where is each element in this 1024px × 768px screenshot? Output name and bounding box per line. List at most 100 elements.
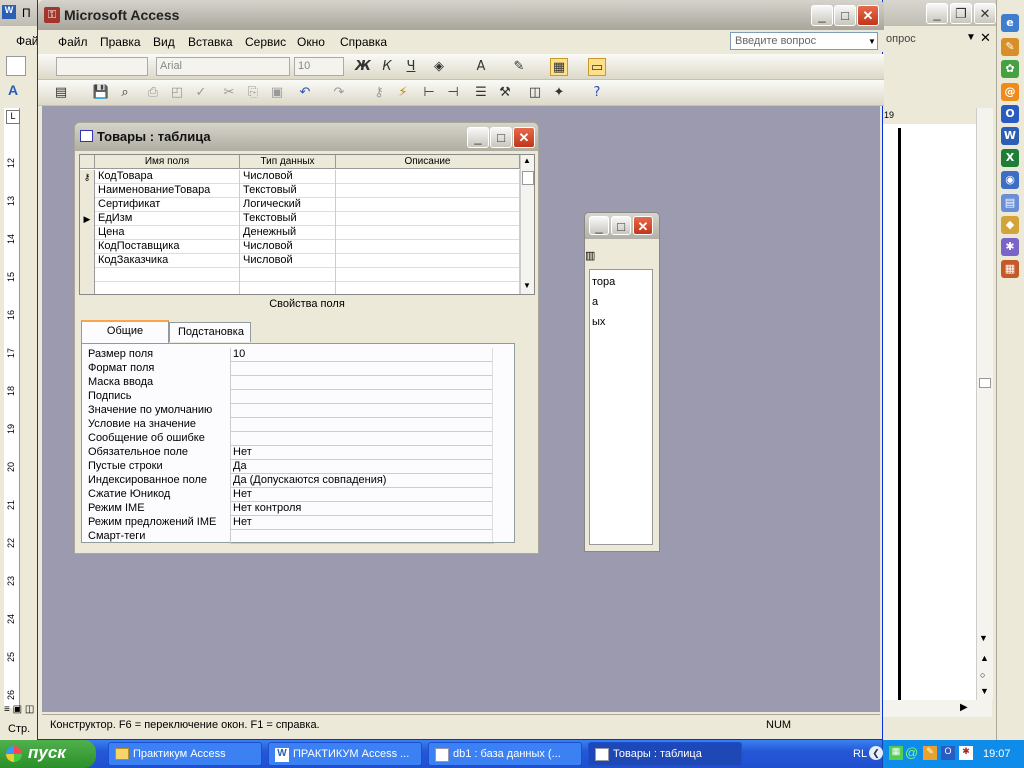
word-scroll-right-icon[interactable]: ▶: [960, 702, 968, 713]
property-value-field[interactable]: [230, 376, 494, 390]
word-help-dropdown-icon[interactable]: ▼: [966, 32, 976, 43]
start-button[interactable]: пуск: [0, 740, 96, 768]
word-browse-object-icon[interactable]: ○: [980, 670, 985, 680]
db-maximize-button[interactable]: □: [611, 216, 631, 235]
explorer-shortcut-icon[interactable]: ◉: [1001, 171, 1019, 189]
row-selector[interactable]: [80, 184, 95, 198]
word-minimize-button[interactable]: _: [926, 3, 948, 24]
row-selector[interactable]: [80, 240, 95, 254]
new-object-icon[interactable]: ✦: [550, 84, 568, 102]
row-selector[interactable]: [80, 282, 95, 294]
line-color-icon[interactable]: ✎: [510, 58, 528, 76]
data-type-cell[interactable]: Денежный: [240, 226, 336, 240]
row-selector[interactable]: [80, 226, 95, 240]
field-name-cell[interactable]: [95, 268, 240, 282]
row-selector[interactable]: [80, 254, 95, 268]
field-grid-scrollbar[interactable]: ▲ ▼: [520, 155, 534, 294]
description-cell[interactable]: [336, 240, 520, 254]
access-shortcut-icon[interactable]: ◆: [1001, 216, 1019, 234]
data-type-cell[interactable]: Логический: [240, 198, 336, 212]
fill-color-icon[interactable]: ◈: [430, 58, 448, 76]
database-window-icon[interactable]: ◫: [526, 84, 544, 102]
delete-rows-icon[interactable]: ⊣: [444, 84, 462, 102]
word-scroll-thumb[interactable]: [979, 378, 991, 388]
word-styles-icon[interactable]: A: [8, 82, 18, 98]
field-row[interactable]: НаименованиеТовара Текстовый: [80, 184, 520, 198]
settings-shortcut-icon[interactable]: ✱: [1001, 238, 1019, 256]
save-icon[interactable]: 💾: [92, 84, 110, 102]
menu-edit[interactable]: Правка: [100, 35, 141, 49]
tray-tool-icon[interactable]: ✎: [923, 746, 937, 760]
icq-shortcut-icon[interactable]: ✿: [1001, 60, 1019, 78]
description-cell[interactable]: [336, 282, 520, 294]
word-view-buttons[interactable]: ≡ ▣ ◫: [4, 704, 34, 715]
tray-network-icon[interactable]: ▦: [889, 746, 903, 760]
primary-key-marker-icon[interactable]: ⚷: [80, 170, 95, 184]
italic-button[interactable]: К: [378, 58, 396, 76]
word-help-fragment[interactable]: опрос: [886, 33, 916, 45]
help-dropdown-icon[interactable]: ▼: [868, 37, 876, 46]
field-name-cell[interactable]: КодПоставщика: [95, 240, 240, 254]
indexes-icon[interactable]: ⚡: [394, 84, 412, 102]
word-close-button[interactable]: ✕: [974, 3, 996, 24]
field-row[interactable]: Сертификат Логический: [80, 198, 520, 212]
data-type-cell[interactable]: Числовой: [240, 170, 336, 184]
database-window[interactable]: _ □ ✕ ▥ тора а ых: [584, 212, 660, 552]
db-close-button[interactable]: ✕: [633, 216, 653, 235]
property-value-field[interactable]: 10: [230, 348, 494, 362]
word-close-doc-icon[interactable]: ✕: [980, 30, 991, 46]
language-indicator[interactable]: RL: [853, 748, 867, 760]
help-question-input[interactable]: Введите вопрос: [730, 32, 878, 50]
grid-scroll-thumb[interactable]: [522, 171, 534, 185]
ie-shortcut-icon[interactable]: e: [1001, 14, 1019, 32]
db-toolbar-icon[interactable]: ▥: [585, 249, 595, 262]
description-cell[interactable]: [336, 184, 520, 198]
undo-icon[interactable]: ↶: [296, 84, 314, 102]
font-name-combo[interactable]: Arial: [156, 57, 290, 76]
description-cell[interactable]: [336, 254, 520, 268]
db-list-item[interactable]: ых: [592, 316, 605, 328]
access-maximize-button[interactable]: □: [834, 5, 856, 26]
tray-antivirus-icon[interactable]: ✱: [959, 746, 973, 760]
property-value-field[interactable]: [230, 418, 494, 432]
word-tab-selector[interactable]: L: [6, 110, 20, 124]
menu-view[interactable]: Вид: [153, 35, 175, 49]
menu-file[interactable]: Файл: [58, 35, 88, 49]
field-row[interactable]: КодПоставщика Числовой: [80, 240, 520, 254]
tray-clock[interactable]: 19:07: [983, 748, 1011, 760]
column-header-description[interactable]: Описание: [336, 155, 520, 169]
access-close-button[interactable]: ✕: [857, 5, 879, 26]
underline-button[interactable]: Ч: [402, 58, 420, 76]
special-effect-icon[interactable]: ▭: [588, 58, 606, 76]
field-name-cell[interactable]: [95, 282, 240, 294]
property-value-field[interactable]: Нет: [230, 488, 494, 502]
description-cell[interactable]: [336, 198, 520, 212]
property-value-field[interactable]: [230, 404, 494, 418]
data-type-cell[interactable]: Текстовый: [240, 212, 336, 226]
primary-key-icon[interactable]: ⚷: [370, 84, 388, 102]
property-value-field[interactable]: [230, 530, 494, 544]
field-row[interactable]: ⚷ КодТовара Числовой: [80, 170, 520, 184]
copy-icon[interactable]: ⎘: [244, 84, 262, 102]
task-button-database[interactable]: db1 : база данных (...: [428, 742, 582, 766]
menu-window[interactable]: Окно: [297, 35, 325, 49]
field-name-cell[interactable]: ЕдИзм: [95, 212, 240, 226]
document-shortcut-icon[interactable]: ▤: [1001, 194, 1019, 212]
task-button-folder[interactable]: Практикум Access: [108, 742, 262, 766]
field-row[interactable]: [80, 268, 520, 282]
excel-shortcut-icon[interactable]: X: [1001, 149, 1019, 167]
word-scroll-down-icon[interactable]: ▼: [979, 633, 988, 643]
word-new-doc-icon[interactable]: [6, 56, 26, 76]
table-close-button[interactable]: ✕: [513, 127, 535, 148]
tab-general[interactable]: Общие: [81, 320, 169, 343]
redo-icon[interactable]: ↷: [330, 84, 348, 102]
cut-icon[interactable]: ✂: [220, 84, 238, 102]
data-type-cell[interactable]: Текстовый: [240, 184, 336, 198]
field-name-cell[interactable]: Цена: [95, 226, 240, 240]
property-value-field[interactable]: Нет: [230, 446, 494, 460]
insert-rows-icon[interactable]: ⊢: [420, 84, 438, 102]
properties-icon[interactable]: ☰: [472, 84, 490, 102]
tray-outlook-icon[interactable]: O: [941, 746, 955, 760]
task-button-word[interactable]: W ПРАКТИКУМ Access ...: [268, 742, 422, 766]
property-value-field[interactable]: [230, 362, 494, 376]
